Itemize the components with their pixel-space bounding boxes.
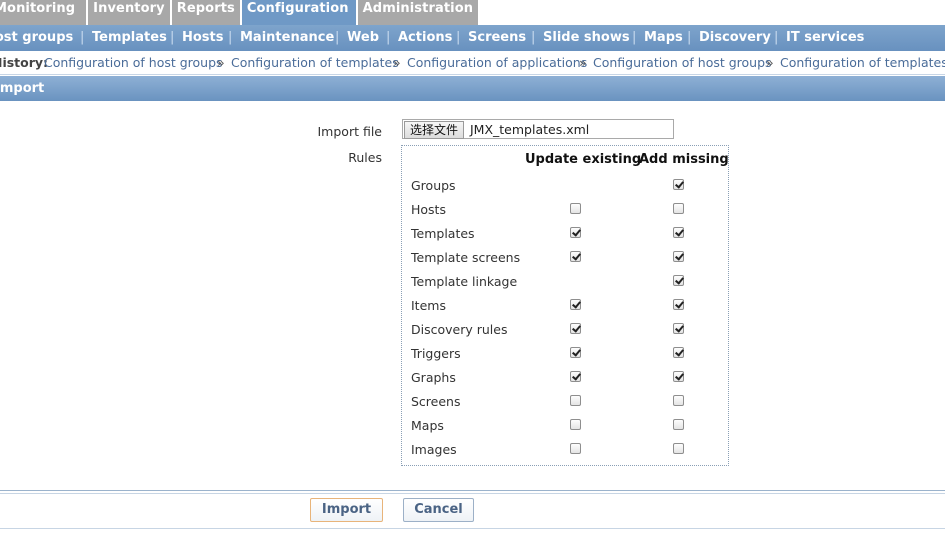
add-missing-checkbox[interactable]	[673, 251, 684, 262]
subnav-it-services[interactable]: IT services	[786, 25, 864, 51]
rule-label: Screens	[411, 394, 461, 409]
tab-monitoring[interactable]: Monitoring	[0, 0, 87, 25]
tab-label: Monitoring	[0, 1, 76, 16]
add-missing-checkbox[interactable]	[673, 203, 684, 214]
subnav-separator: |	[632, 30, 637, 45]
tab-inventory[interactable]: Inventory	[88, 0, 170, 25]
footer-divider	[0, 528, 945, 529]
import-button[interactable]: Import	[310, 498, 383, 522]
file-name: JMX_templates.xml	[470, 122, 590, 137]
update-existing-checkbox[interactable]	[570, 347, 581, 358]
rule-label: Hosts	[411, 202, 446, 217]
update-existing-checkbox[interactable]	[570, 251, 581, 262]
tab-reports[interactable]: Reports	[171, 0, 240, 25]
rule-label: Images	[411, 442, 457, 457]
add-missing-checkbox[interactable]	[673, 323, 684, 334]
section-header: Import	[0, 76, 945, 101]
subnav-separator: |	[774, 30, 779, 45]
history-breadcrumb: History: Configuration of host groups » …	[0, 51, 945, 75]
rule-label: Discovery rules	[411, 322, 508, 337]
subnav-discovery[interactable]: Discovery	[699, 25, 771, 51]
tab-label: Inventory	[93, 1, 165, 16]
rule-label: Triggers	[411, 346, 461, 361]
history-link[interactable]: Configuration of host groups	[593, 51, 772, 74]
subnav-separator: |	[228, 30, 233, 45]
rule-label: Groups	[411, 178, 456, 193]
history-link[interactable]: Configuration of host groups	[44, 51, 223, 74]
history-label: History:	[0, 55, 49, 70]
add-missing-checkbox[interactable]	[673, 275, 684, 286]
add-missing-checkbox[interactable]	[673, 395, 684, 406]
subnav-templates[interactable]: Templates	[92, 25, 167, 51]
tab-configuration[interactable]: Configuration	[241, 0, 356, 25]
rule-label: Graphs	[411, 370, 456, 385]
tab-label: Configuration	[246, 1, 349, 16]
sub-menu: Host groups | Templates | Hosts | Mainte…	[0, 25, 945, 51]
history-separator: »	[766, 55, 774, 70]
add-missing-checkbox[interactable]	[673, 299, 684, 310]
subnav-screens[interactable]: Screens	[468, 25, 526, 51]
update-existing-checkbox[interactable]	[570, 323, 581, 334]
subnav-separator: |	[687, 30, 692, 45]
add-missing-checkbox[interactable]	[673, 227, 684, 238]
add-missing-checkbox[interactable]	[673, 347, 684, 358]
tab-label: Administration	[362, 1, 474, 16]
subnav-host-groups[interactable]: Host groups	[0, 25, 73, 51]
subnav-hosts[interactable]: Hosts	[182, 25, 224, 51]
history-separator: »	[579, 55, 587, 70]
update-existing-checkbox[interactable]	[570, 395, 581, 406]
page-title: Import	[0, 81, 45, 96]
main-menu: Monitoring Inventory Reports Configurati…	[0, 0, 479, 25]
update-existing-checkbox[interactable]	[570, 371, 581, 382]
add-missing-checkbox[interactable]	[673, 179, 684, 190]
subnav-separator: |	[456, 30, 461, 45]
cancel-button[interactable]: Cancel	[403, 498, 474, 522]
update-existing-checkbox[interactable]	[570, 203, 581, 214]
add-missing-checkbox[interactable]	[673, 371, 684, 382]
tab-administration[interactable]: Administration	[357, 0, 479, 25]
subnav-separator: |	[386, 30, 391, 45]
choose-file-button[interactable]: 选择文件	[404, 121, 465, 139]
subnav-separator: |	[335, 30, 340, 45]
update-existing-checkbox[interactable]	[570, 443, 581, 454]
subnav-actions[interactable]: Actions	[398, 25, 452, 51]
update-existing-checkbox[interactable]	[570, 299, 581, 310]
rule-label: Template linkage	[411, 274, 518, 289]
history-link[interactable]: Configuration of templates	[780, 51, 945, 74]
add-missing-checkbox[interactable]	[673, 443, 684, 454]
history-separator: »	[393, 55, 401, 70]
rule-label: Maps	[411, 418, 444, 433]
update-existing-checkbox[interactable]	[570, 227, 581, 238]
subnav-separator: |	[170, 30, 175, 45]
subnav-web[interactable]: Web	[347, 25, 379, 51]
rule-label: Items	[411, 298, 446, 313]
add-missing-checkbox[interactable]	[673, 419, 684, 430]
update-existing-checkbox[interactable]	[570, 419, 581, 430]
history-link[interactable]: Configuration of applications	[407, 51, 587, 74]
subnav-slide-shows[interactable]: Slide shows	[543, 25, 630, 51]
footer-divider	[0, 490, 945, 491]
column-update-existing: Update existing	[525, 152, 642, 167]
subnav-separator: |	[80, 30, 85, 45]
rule-label: Templates	[411, 226, 475, 241]
history-separator: »	[217, 55, 225, 70]
subnav-separator: |	[531, 30, 536, 45]
rules-label: Rules	[348, 150, 382, 165]
subnav-maintenance[interactable]: Maintenance	[240, 25, 334, 51]
import-file-label: Import file	[317, 124, 383, 139]
rule-label: Template screens	[411, 250, 521, 265]
footer-divider	[0, 493, 945, 494]
subnav-maps[interactable]: Maps	[644, 25, 683, 51]
tab-label: Reports	[176, 1, 235, 16]
history-link[interactable]: Configuration of templates	[231, 51, 399, 74]
import-file-input[interactable]: 选择文件 JMX_templates.xml	[402, 119, 674, 139]
column-add-missing: Add missing	[639, 152, 729, 167]
